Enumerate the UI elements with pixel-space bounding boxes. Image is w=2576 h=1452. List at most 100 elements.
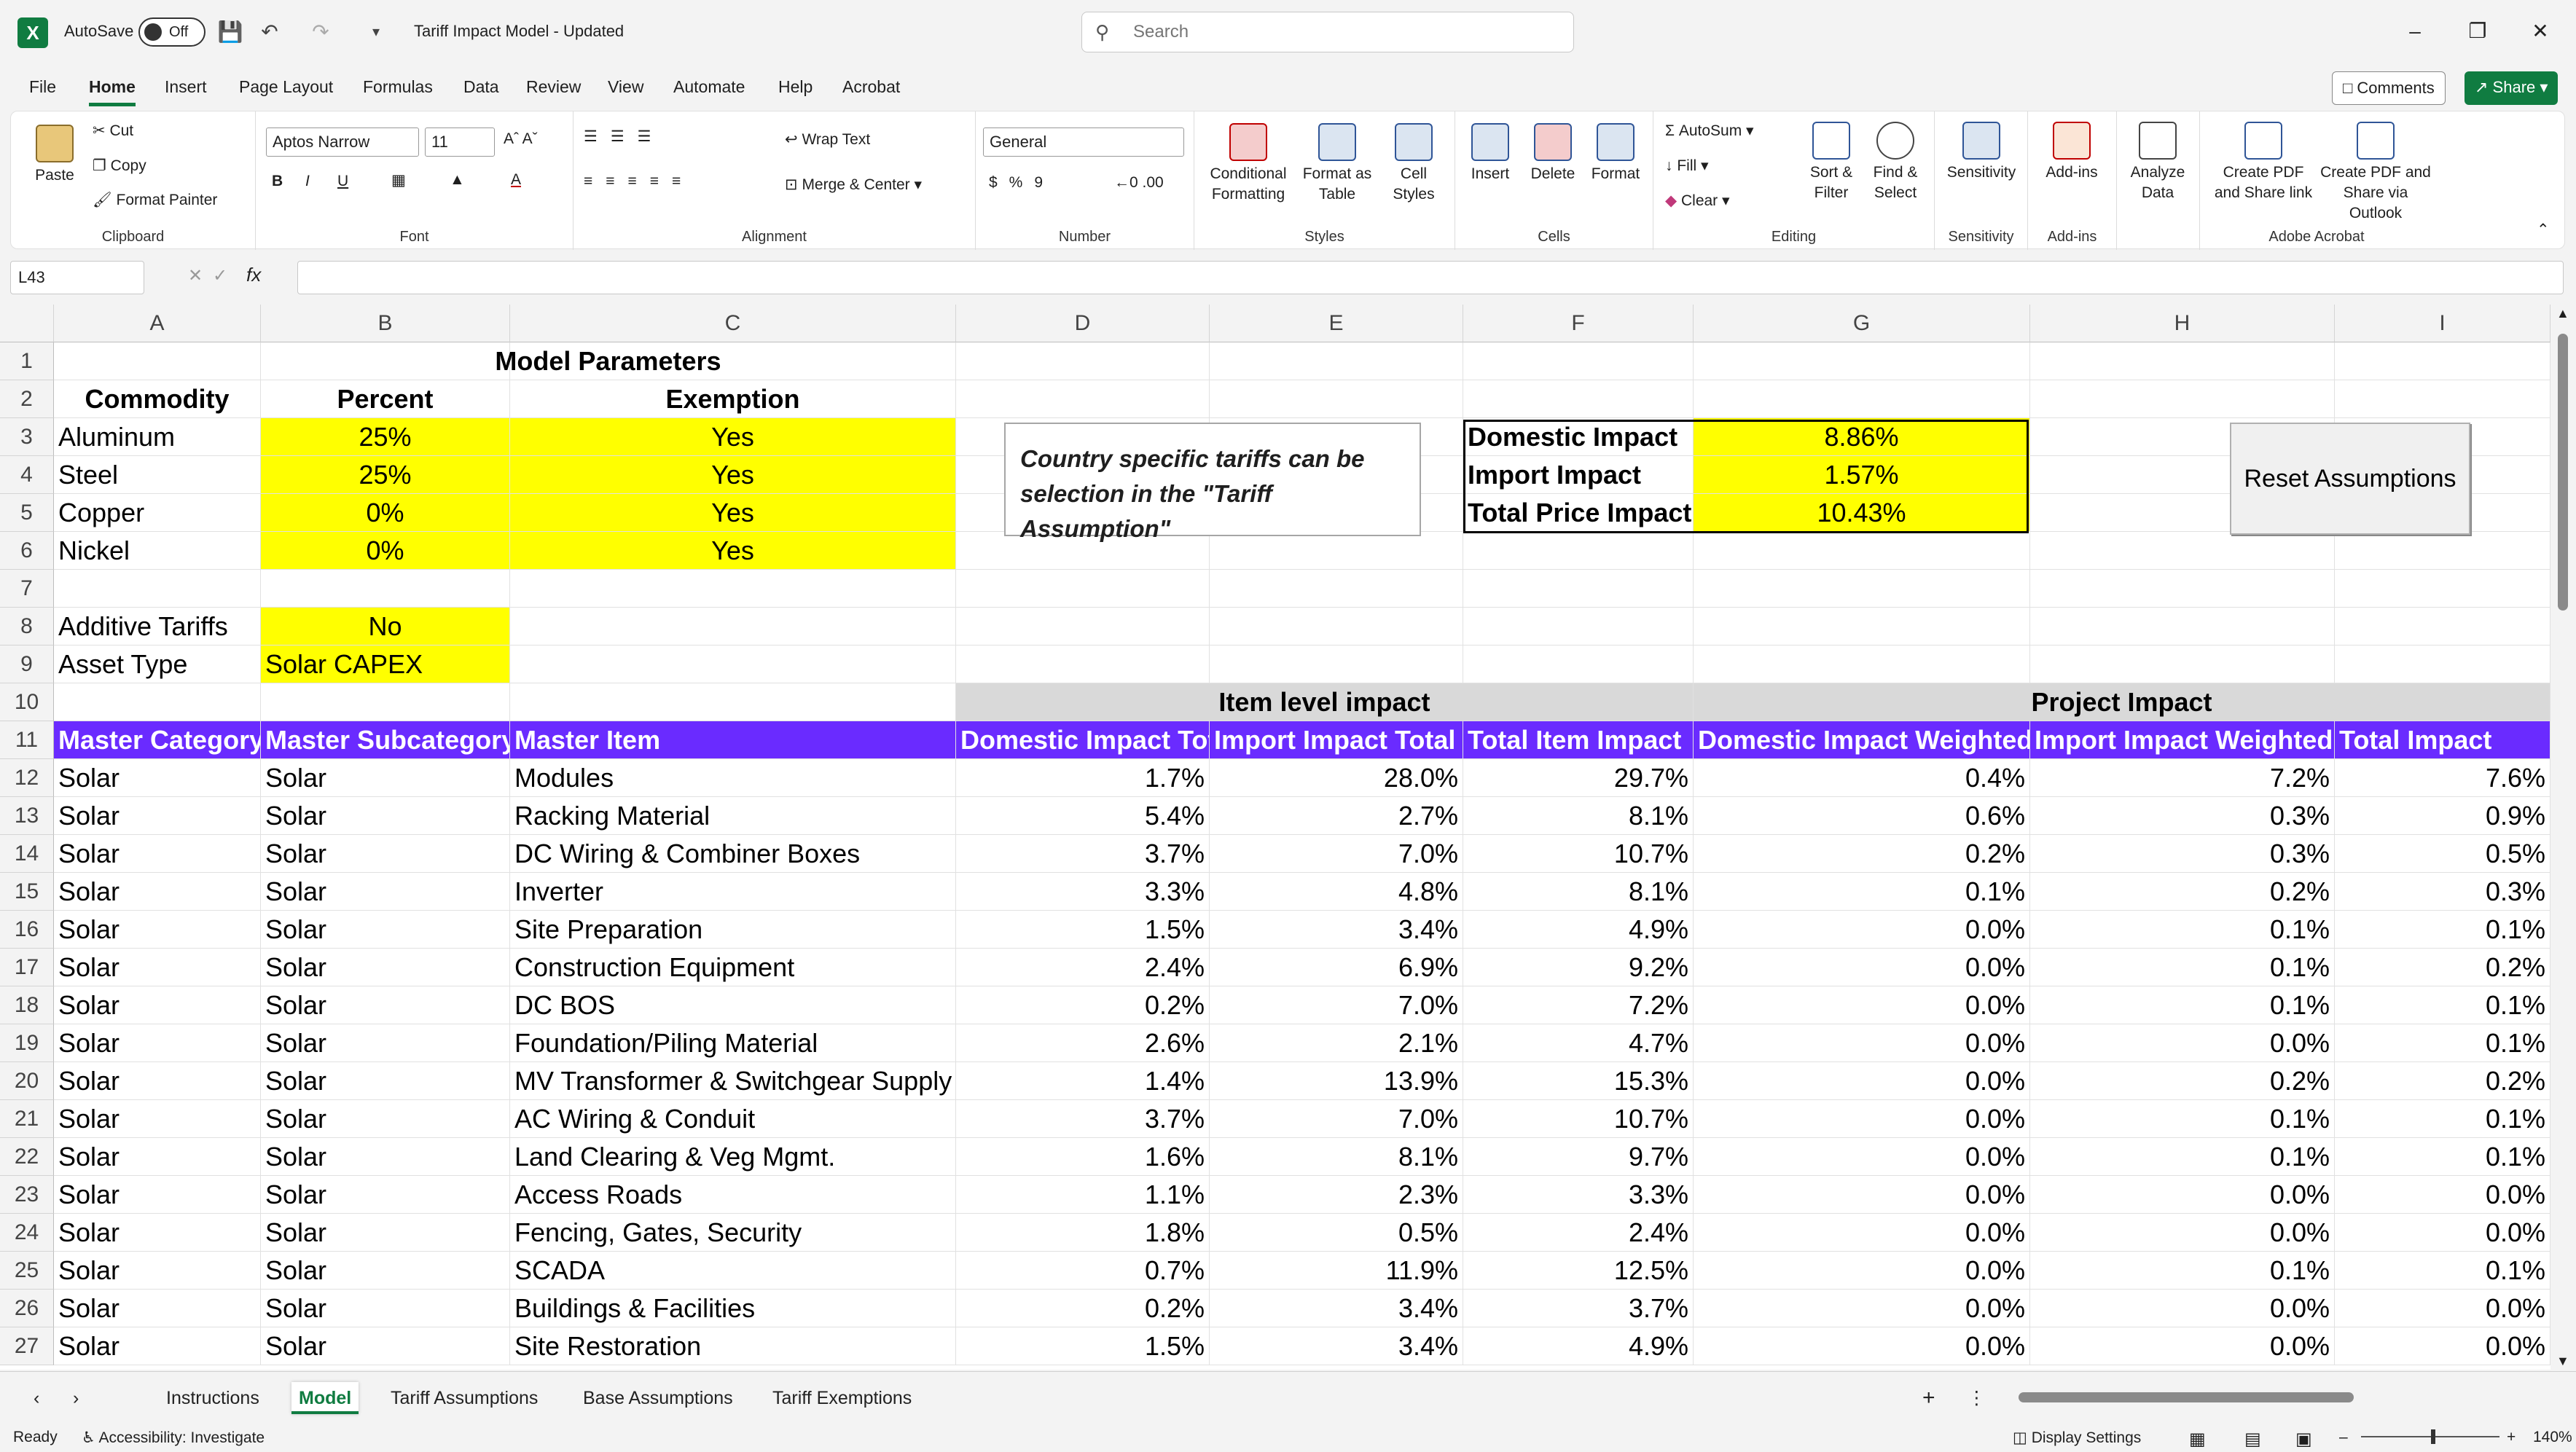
table-cell[interactable]: 0.0% (1694, 1176, 2030, 1214)
commodity-percent[interactable]: 25% (261, 456, 510, 494)
table-cell[interactable]: 1.5% (956, 911, 1210, 949)
table-cell[interactable]: 6.9% (1210, 949, 1463, 986)
table-cell[interactable]: 3.4% (1210, 1327, 1463, 1365)
enter-icon[interactable]: ✓ (213, 265, 227, 286)
share-button[interactable]: ↗ Share ▾ (2465, 71, 2559, 105)
table-cell[interactable]: Solar (54, 873, 261, 911)
commodity-name[interactable]: Copper (54, 494, 261, 532)
table-cell[interactable]: 7.6% (2335, 759, 2550, 797)
cut-button[interactable]: ✂ Cut (93, 122, 133, 140)
zoom-slider-thumb[interactable] (2431, 1429, 2435, 1444)
table-cell[interactable]: Solar (261, 1214, 510, 1252)
grid-cell[interactable] (510, 645, 956, 683)
tab-page-layout[interactable]: Page Layout (239, 77, 333, 106)
asset-type-value[interactable]: Solar CAPEX (261, 645, 510, 683)
row-header-1[interactable]: 1 (0, 342, 54, 380)
table-cell[interactable]: 0.1% (2030, 949, 2335, 986)
row-header-3[interactable]: 3 (0, 418, 54, 456)
table-cell[interactable]: Modules (510, 759, 956, 797)
table-header[interactable]: Domestic Impact Total (956, 721, 1210, 759)
paste-button[interactable]: Paste (26, 125, 84, 186)
table-cell[interactable]: 3.7% (956, 1100, 1210, 1138)
grid-cell[interactable] (956, 380, 1210, 418)
table-cell[interactable]: SCADA (510, 1252, 956, 1290)
table-cell[interactable]: Solar (261, 873, 510, 911)
copy-button[interactable]: ❐ Copy (93, 157, 146, 175)
number-format-icons[interactable]: $%9 (989, 174, 1054, 192)
table-cell[interactable]: 0.1% (2335, 1024, 2550, 1062)
table-cell[interactable]: Buildings & Facilities (510, 1290, 956, 1327)
table-cell[interactable]: 4.9% (1463, 911, 1694, 949)
horizontal-scrollbar[interactable] (2004, 1389, 2507, 1404)
table-cell[interactable]: 0.0% (1694, 1290, 2030, 1327)
table-cell[interactable]: 1.5% (956, 1327, 1210, 1365)
row-header-7[interactable]: 7 (0, 570, 54, 608)
grid-cell[interactable] (1210, 380, 1463, 418)
autosave-toggle[interactable]: Off (138, 17, 205, 47)
table-cell[interactable]: 0.0% (2335, 1327, 2550, 1365)
row-header-11[interactable]: 11 (0, 721, 54, 759)
row-header-6[interactable]: 6 (0, 532, 54, 570)
table-cell[interactable]: Solar (261, 1100, 510, 1138)
table-cell[interactable]: 10.7% (1463, 1100, 1694, 1138)
table-cell[interactable]: 0.1% (2335, 986, 2550, 1024)
commodity-name[interactable]: Nickel (54, 532, 261, 570)
grid-cell[interactable] (1210, 645, 1463, 683)
horizontal-align-icons[interactable]: ≡≡≡≡≡ (584, 173, 694, 190)
header-percent[interactable]: Percent (261, 380, 510, 418)
grid-cell[interactable] (2335, 342, 2550, 380)
table-cell[interactable]: 0.3% (2030, 835, 2335, 873)
add-sheet-icon[interactable]: + (1915, 1382, 1943, 1414)
grid-cell[interactable] (956, 570, 1210, 608)
restore-button[interactable]: ❐ (2456, 13, 2499, 50)
grid-cell[interactable] (1694, 645, 2030, 683)
table-cell[interactable]: Solar (261, 1252, 510, 1290)
note-textbox[interactable]: Country specific tariffs can be selectio… (1004, 423, 1421, 542)
table-cell[interactable]: 9.2% (1463, 949, 1694, 986)
table-cell[interactable]: Solar (54, 911, 261, 949)
item-level-impact-header[interactable]: Item level impact (956, 683, 1694, 721)
table-cell[interactable]: 0.2% (2335, 949, 2550, 986)
table-cell[interactable]: Solar (54, 835, 261, 873)
table-header[interactable]: Master Category (54, 721, 261, 759)
table-cell[interactable]: 4.7% (1463, 1024, 1694, 1062)
params-title[interactable]: Model Parameters (261, 342, 956, 380)
col-header-d[interactable]: D (956, 305, 1210, 342)
table-cell[interactable]: 0.0% (1694, 1214, 2030, 1252)
vertical-scroll-thumb[interactable] (2558, 334, 2568, 611)
prev-sheet-icon[interactable]: ‹ (26, 1382, 47, 1414)
row-header-22[interactable]: 22 (0, 1138, 54, 1176)
row-header-4[interactable]: 4 (0, 456, 54, 494)
table-header[interactable]: Domestic Impact Weighted (1694, 721, 2030, 759)
grid-cell[interactable] (2030, 380, 2335, 418)
table-cell[interactable]: Site Restoration (510, 1327, 956, 1365)
tab-help[interactable]: Help (778, 77, 813, 106)
grid-cell[interactable] (1463, 532, 1694, 570)
table-cell[interactable]: Solar (54, 1062, 261, 1100)
vertical-scrollbar[interactable]: ▲ ▼ (2550, 305, 2576, 1370)
scroll-up-icon[interactable]: ▲ (2556, 306, 2569, 321)
tab-insert[interactable]: Insert (165, 77, 207, 106)
project-impact-header[interactable]: Project Impact (1694, 683, 2550, 721)
grid-cell[interactable] (2335, 570, 2550, 608)
number-format-dropdown[interactable]: General (983, 127, 1184, 157)
table-cell[interactable]: 13.9% (1210, 1062, 1463, 1100)
table-cell[interactable]: 7.2% (1463, 986, 1694, 1024)
table-cell[interactable]: 0.2% (1694, 835, 2030, 873)
minimize-button[interactable]: – (2393, 13, 2437, 50)
table-cell[interactable]: Solar (54, 797, 261, 835)
table-cell[interactable]: Solar (54, 1327, 261, 1365)
table-cell[interactable]: 3.4% (1210, 911, 1463, 949)
table-cell[interactable]: 1.4% (956, 1062, 1210, 1100)
row-header-23[interactable]: 23 (0, 1176, 54, 1214)
table-cell[interactable]: 0.1% (2335, 1252, 2550, 1290)
table-cell[interactable]: 8.1% (1210, 1138, 1463, 1176)
tab-acrobat[interactable]: Acrobat (842, 77, 900, 106)
undo-icon[interactable]: ↶ (255, 17, 284, 47)
tab-formulas[interactable]: Formulas (363, 77, 433, 106)
commodity-percent[interactable]: 0% (261, 532, 510, 570)
decimal-icons[interactable]: ←0 .00 (1114, 174, 1164, 192)
table-cell[interactable]: 7.0% (1210, 1100, 1463, 1138)
table-cell[interactable]: 0.1% (2335, 911, 2550, 949)
tab-view[interactable]: View (608, 77, 643, 106)
